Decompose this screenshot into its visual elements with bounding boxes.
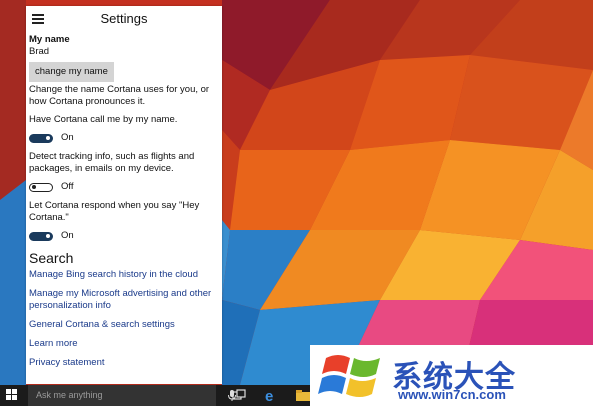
hey-cortana-state: On	[61, 230, 74, 241]
cortana-settings-panel: Settings My name Brad change my name Cha…	[26, 6, 222, 384]
tracking-info-toggle[interactable]	[29, 182, 53, 192]
toggle-knob	[32, 184, 36, 189]
edge-browser-icon[interactable]: e	[262, 387, 280, 404]
cortana-search-box[interactable]: Ask me anything	[28, 385, 236, 406]
change-my-name-button[interactable]: change my name	[29, 62, 114, 82]
setting-hey-cortana-row: On	[29, 230, 219, 242]
setting-call-by-name-label: Have Cortana call me by my name.	[29, 114, 178, 125]
setting-tracking-info-label: Detect tracking info, such as flights an…	[29, 151, 195, 174]
privacy-statement-link[interactable]: Privacy statement	[29, 357, 219, 369]
watermark: 系统大全 www.win7cn.com	[310, 345, 593, 406]
call-by-name-toggle[interactable]	[29, 133, 53, 143]
windows-start-icon[interactable]	[0, 385, 26, 406]
windows-logo-icon	[318, 355, 380, 397]
page-title: Settings	[100, 11, 148, 26]
search-placeholder: Ask me anything	[36, 390, 103, 400]
task-view-icon[interactable]	[230, 387, 248, 404]
learn-more-link[interactable]: Learn more	[29, 338, 219, 350]
panel-header: Settings	[26, 6, 222, 32]
toggle-knob	[46, 233, 50, 238]
tracking-info-state: Off	[61, 181, 74, 192]
svg-text:e: e	[265, 388, 273, 404]
general-settings-link[interactable]: General Cortana & search settings	[29, 319, 219, 331]
bing-history-link[interactable]: Manage Bing search history in the cloud	[29, 269, 219, 281]
setting-tracking-info-row: Off	[29, 181, 219, 193]
my-name-description: Change the name Cortana uses for you, or…	[29, 84, 210, 107]
settings-content: My name Brad change my name Change the n…	[26, 34, 222, 369]
my-name-value: Brad	[29, 46, 50, 57]
call-by-name-state: On	[61, 132, 74, 143]
search-section-heading: Search	[29, 250, 74, 266]
advertising-info-link[interactable]: Manage my Microsoft advertising and othe…	[29, 288, 219, 312]
setting-call-by-name-row: On	[29, 132, 219, 144]
hey-cortana-toggle[interactable]	[29, 231, 53, 241]
my-name-heading: My name	[29, 34, 70, 45]
watermark-url: www.win7cn.com	[398, 387, 506, 402]
toggle-knob	[46, 135, 50, 140]
setting-hey-cortana-label: Let Cortana respond when you say "Hey Co…	[29, 200, 200, 223]
